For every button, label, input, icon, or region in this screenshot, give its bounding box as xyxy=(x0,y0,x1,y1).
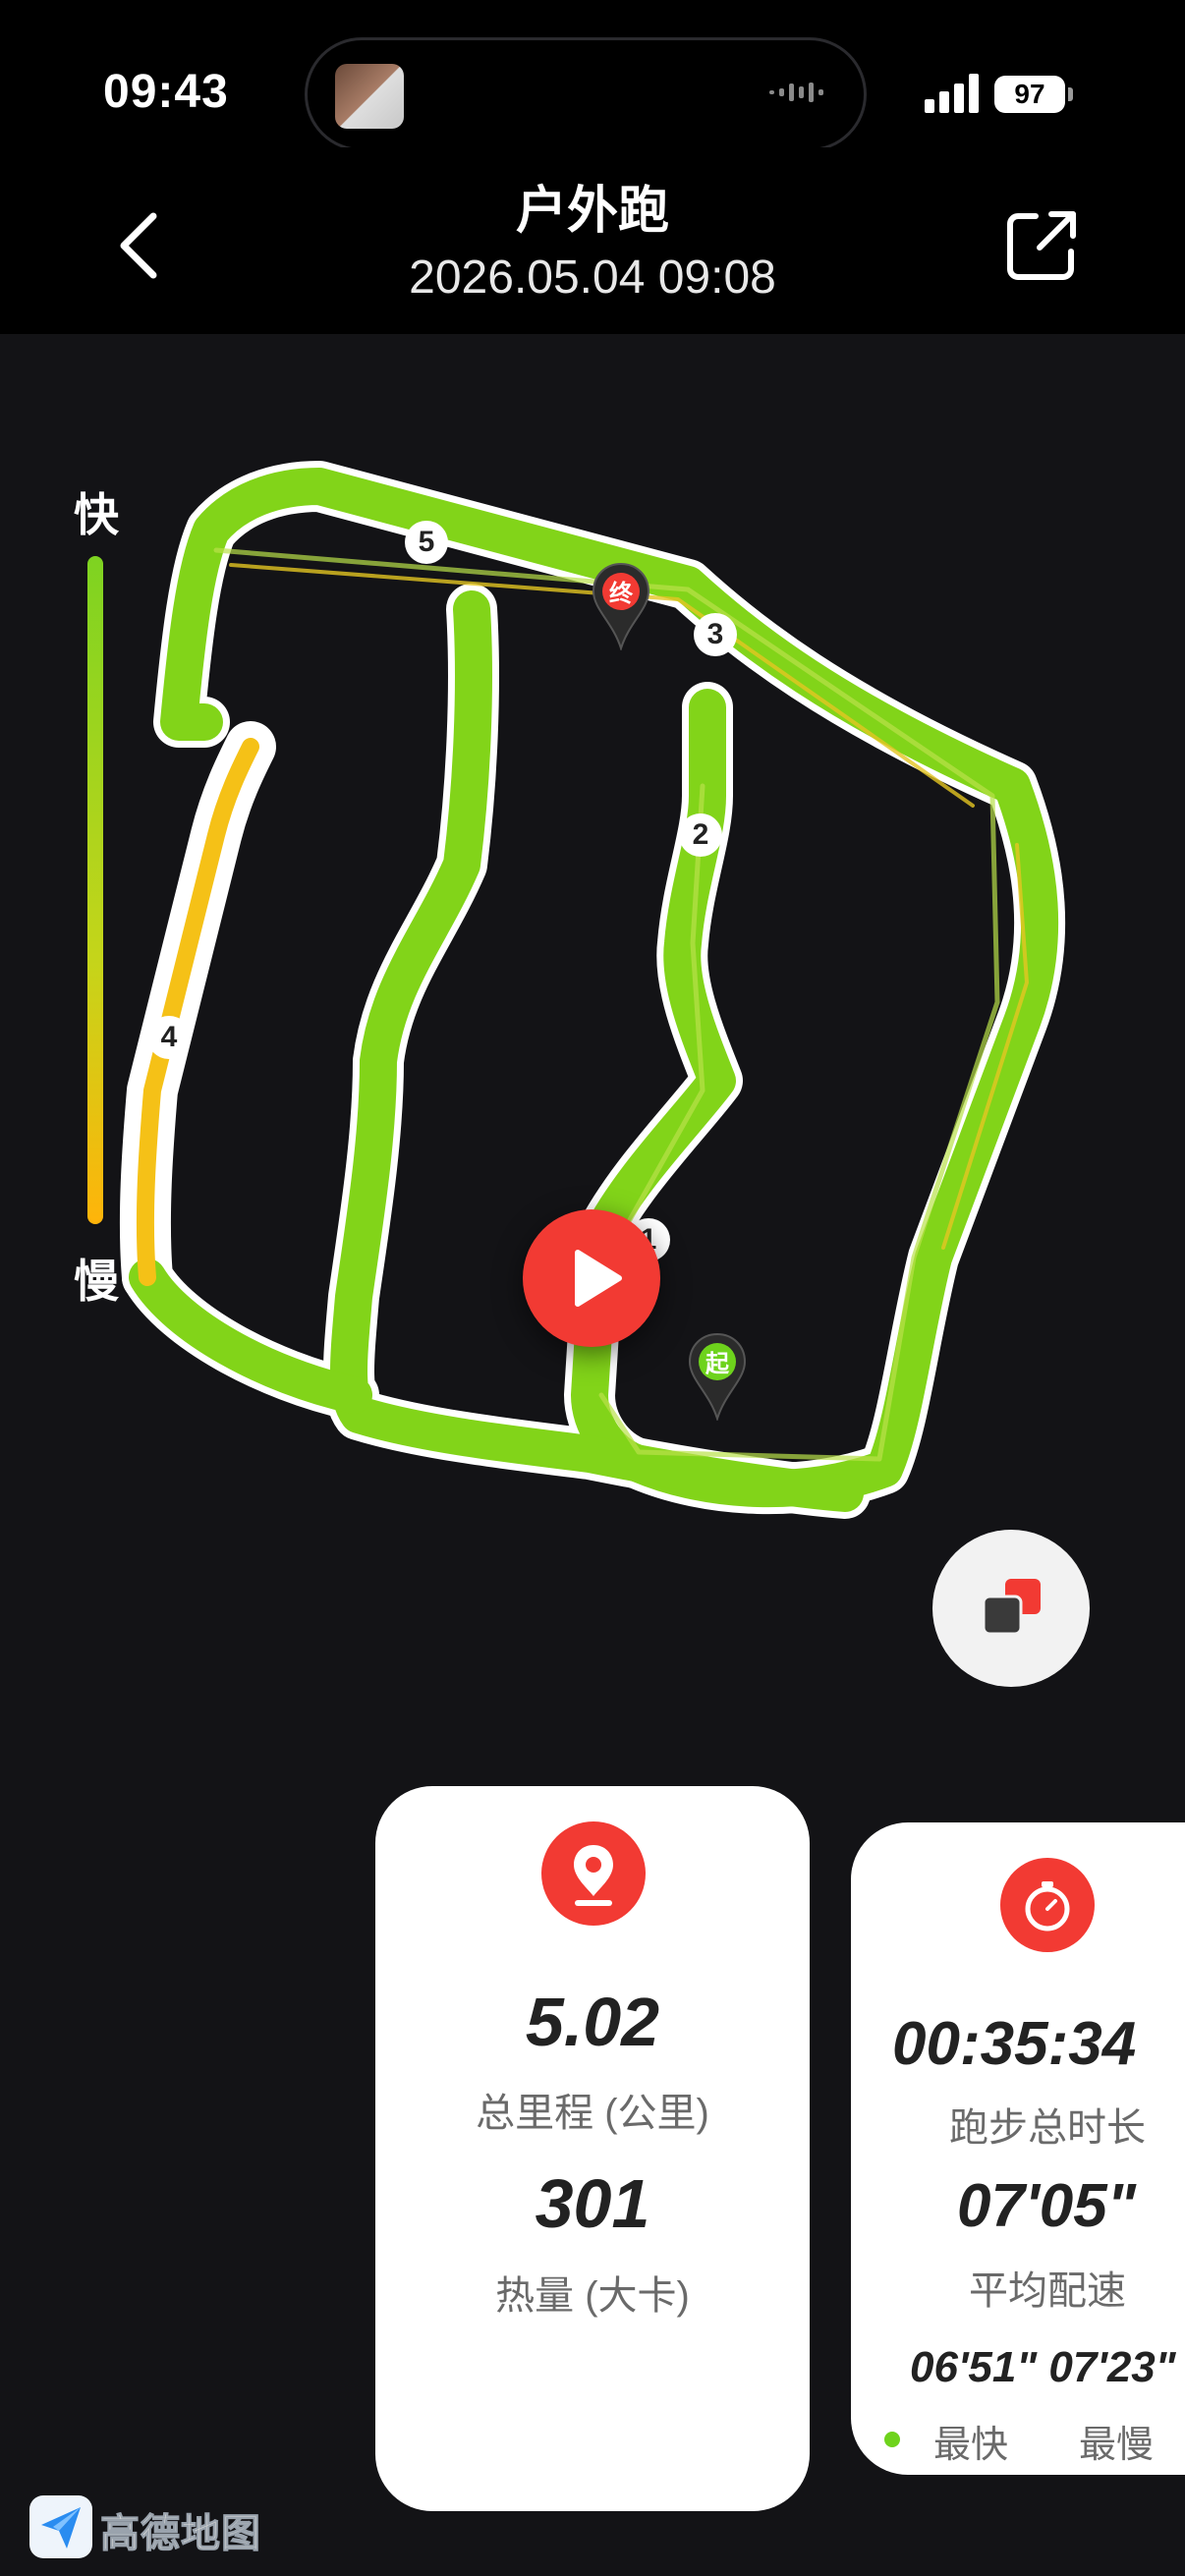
end-pin: 终 xyxy=(592,562,650,650)
distance-card[interactable]: 5.02 总里程 (公里) 301 热量 (大卡) xyxy=(375,1786,810,2511)
duration-value: 00:35:34 xyxy=(892,2010,1137,2078)
amap-logo-icon xyxy=(29,2495,92,2558)
km-marker-label-3: 3 xyxy=(706,618,724,650)
battery-tip xyxy=(1068,87,1073,101)
pace-fast-label: 快 xyxy=(74,489,119,540)
fastest-slowest-pace-value: 06'51" 07'23" xyxy=(910,2343,1176,2391)
map-layer-button[interactable] xyxy=(932,1530,1090,1687)
start-pin: 起 xyxy=(688,1332,747,1421)
media-thumbnail xyxy=(335,64,404,129)
battery-icon: 97 xyxy=(994,76,1065,113)
distance-label: 总里程 (公里) xyxy=(476,2092,709,2135)
avg-pace-value: 07'05" xyxy=(957,2172,1137,2240)
start-pin-label: 起 xyxy=(705,1351,729,1377)
pace-legend: 快 慢 xyxy=(67,479,126,1307)
km-marker-label-5: 5 xyxy=(418,526,435,558)
status-time: 09:43 xyxy=(103,66,229,118)
calories-label: 热量 (大卡) xyxy=(495,2274,690,2318)
signal-icon xyxy=(925,74,979,113)
pace-gradient-bar xyxy=(87,556,103,1224)
km-marker-label-2: 2 xyxy=(692,818,709,851)
audio-wave-icon xyxy=(769,83,823,102)
distance-value: 5.02 xyxy=(525,1984,660,2060)
km-markers xyxy=(147,521,737,1261)
duration-label: 跑步总时长 xyxy=(949,2106,1146,2150)
dynamic-island[interactable] xyxy=(305,37,867,151)
km-marker-label-4: 4 xyxy=(160,1021,178,1053)
play-route-button[interactable] xyxy=(523,1209,660,1347)
amap-logo-text: 高德地图 xyxy=(100,2512,261,2556)
slowest-label: 最慢 xyxy=(1079,2425,1155,2466)
stopwatch-icon xyxy=(1000,1858,1095,1952)
location-pin-icon xyxy=(541,1821,646,1926)
pace-slow-label: 慢 xyxy=(74,1256,119,1307)
calories-value: 301 xyxy=(535,2165,650,2242)
end-pin-label: 终 xyxy=(609,581,633,607)
avg-pace-label: 平均配速 xyxy=(969,2269,1126,2313)
share-icon[interactable] xyxy=(1002,206,1081,285)
header: 户外跑 2026.05.04 09:08 xyxy=(0,147,1185,334)
route-map[interactable]: 1 2 3 4 5 终 起 xyxy=(0,334,1185,1572)
layers-icon xyxy=(982,1579,1041,1636)
time-pace-card[interactable]: 00:35:34 跑步总时长 07'05" 平均配速 06'51" 07'23"… xyxy=(851,1822,1185,2475)
play-icon xyxy=(575,1250,622,1307)
